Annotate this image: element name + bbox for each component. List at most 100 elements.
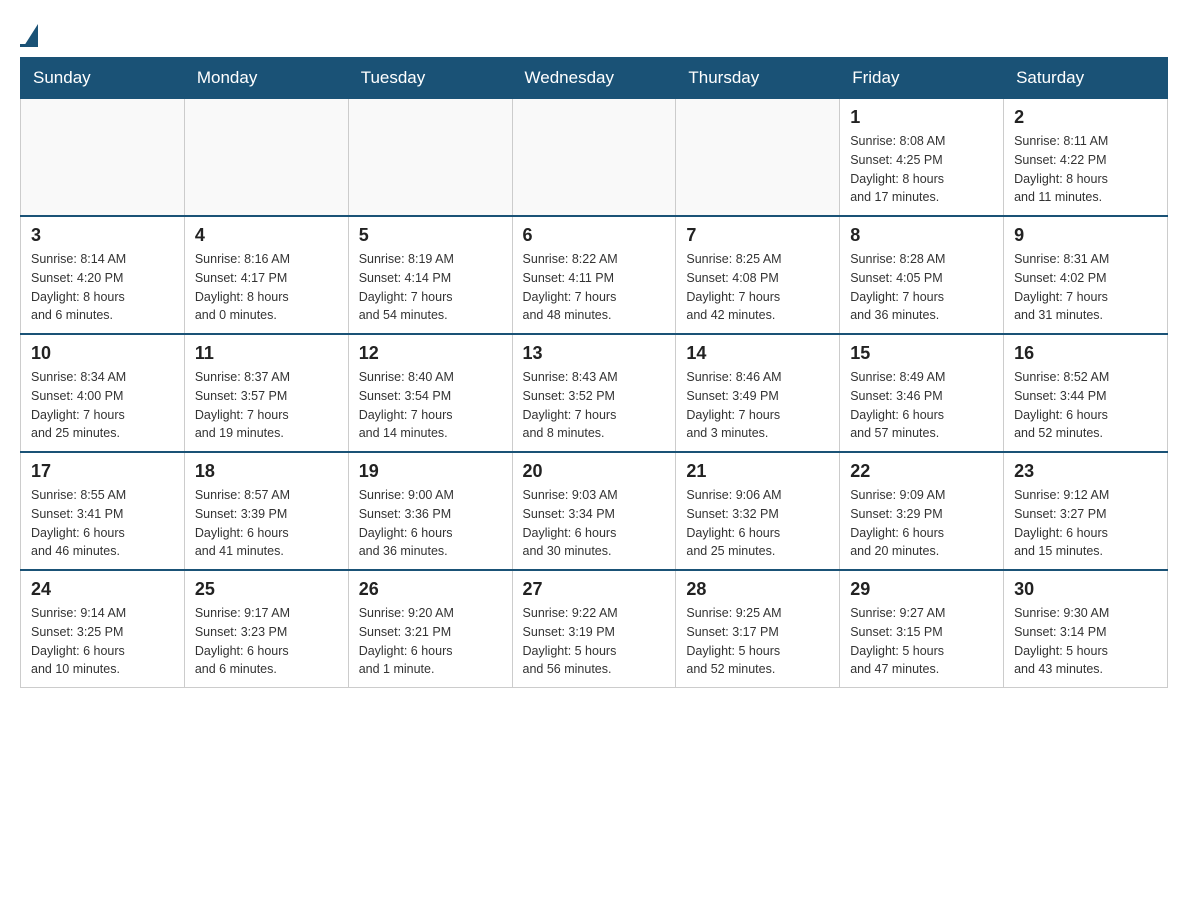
day-number: 1 <box>850 107 993 128</box>
calendar-cell <box>21 99 185 217</box>
calendar-header: SundayMondayTuesdayWednesdayThursdayFrid… <box>21 58 1168 99</box>
day-info: Sunrise: 9:30 AM Sunset: 3:14 PM Dayligh… <box>1014 604 1157 679</box>
day-number: 18 <box>195 461 338 482</box>
day-info: Sunrise: 9:12 AM Sunset: 3:27 PM Dayligh… <box>1014 486 1157 561</box>
day-number: 2 <box>1014 107 1157 128</box>
weekday-header-thursday: Thursday <box>676 58 840 99</box>
day-number: 6 <box>523 225 666 246</box>
calendar-cell: 11Sunrise: 8:37 AM Sunset: 3:57 PM Dayli… <box>184 334 348 452</box>
weekday-header-sunday: Sunday <box>21 58 185 99</box>
calendar-cell: 26 Sunrise: 9:20 AM Sunset: 3:21 PM Dayli… <box>348 570 512 688</box>
day-number: 30 <box>1014 579 1157 600</box>
day-number: 28 <box>686 579 829 600</box>
day-number: 26 <box>359 579 502 600</box>
day-info: Sunrise: 9:22 AM Sunset: 3:19 PM Dayligh… <box>523 604 666 679</box>
calendar-cell <box>348 99 512 217</box>
day-number: 13 <box>523 343 666 364</box>
day-info: Sunrise: 8:28 AM Sunset: 4:05 PM Dayligh… <box>850 250 993 325</box>
calendar-week-2: 3 Sunrise: 8:14 AM Sunset: 4:20 PM Daylig… <box>21 216 1168 334</box>
weekday-header-friday: Friday <box>840 58 1004 99</box>
calendar-cell: 20Sunrise: 9:03 AM Sunset: 3:34 PM Dayli… <box>512 452 676 570</box>
calendar-week-3: 10 Sunrise: 8:34 AM Sunset: 4:00 PM Dayli… <box>21 334 1168 452</box>
day-number: 16 <box>1014 343 1157 364</box>
weekday-header-monday: Monday <box>184 58 348 99</box>
calendar-cell: 8Sunrise: 8:28 AM Sunset: 4:05 PM Daylig… <box>840 216 1004 334</box>
calendar-cell: 16 Sunrise: 8:52 AM Sunset: 3:44 PM Dayli… <box>1004 334 1168 452</box>
day-info: Sunrise: 8:22 AM Sunset: 4:11 PM Dayligh… <box>523 250 666 325</box>
calendar-cell: 3 Sunrise: 8:14 AM Sunset: 4:20 PM Daylig… <box>21 216 185 334</box>
day-number: 9 <box>1014 225 1157 246</box>
day-number: 22 <box>850 461 993 482</box>
day-number: 7 <box>686 225 829 246</box>
calendar-week-1: 1 Sunrise: 8:08 AM Sunset: 4:25 PM Daylig… <box>21 99 1168 217</box>
calendar-body: 1 Sunrise: 8:08 AM Sunset: 4:25 PM Daylig… <box>21 99 1168 688</box>
day-info: Sunrise: 8:34 AM Sunset: 4:00 PM Dayligh… <box>31 368 174 443</box>
day-info: Sunrise: 9:27 AM Sunset: 3:15 PM Dayligh… <box>850 604 993 679</box>
calendar-cell <box>512 99 676 217</box>
day-number: 5 <box>359 225 502 246</box>
calendar-cell: 13 Sunrise: 8:43 AM Sunset: 3:52 PM Dayli… <box>512 334 676 452</box>
day-number: 4 <box>195 225 338 246</box>
day-info: Sunrise: 9:25 AM Sunset: 3:17 PM Dayligh… <box>686 604 829 679</box>
day-info: Sunrise: 9:14 AM Sunset: 3:25 PM Dayligh… <box>31 604 174 679</box>
calendar-cell: 4 Sunrise: 8:16 AM Sunset: 4:17 PM Daylig… <box>184 216 348 334</box>
day-number: 25 <box>195 579 338 600</box>
calendar-cell: 12Sunrise: 8:40 AM Sunset: 3:54 PM Dayli… <box>348 334 512 452</box>
day-number: 23 <box>1014 461 1157 482</box>
day-info: Sunrise: 8:19 AM Sunset: 4:14 PM Dayligh… <box>359 250 502 325</box>
day-number: 19 <box>359 461 502 482</box>
day-info: Sunrise: 9:03 AM Sunset: 3:34 PM Dayligh… <box>523 486 666 561</box>
day-info: Sunrise: 9:20 AM Sunset: 3:21 PM Dayligh… <box>359 604 502 679</box>
day-info: Sunrise: 8:49 AM Sunset: 3:46 PM Dayligh… <box>850 368 993 443</box>
day-info: Sunrise: 9:17 AM Sunset: 3:23 PM Dayligh… <box>195 604 338 679</box>
day-number: 24 <box>31 579 174 600</box>
calendar-cell: 21 Sunrise: 9:06 AM Sunset: 3:32 PM Dayli… <box>676 452 840 570</box>
day-info: Sunrise: 8:57 AM Sunset: 3:39 PM Dayligh… <box>195 486 338 561</box>
weekday-header-wednesday: Wednesday <box>512 58 676 99</box>
calendar-week-5: 24 Sunrise: 9:14 AM Sunset: 3:25 PM Dayli… <box>21 570 1168 688</box>
calendar-cell: 7 Sunrise: 8:25 AM Sunset: 4:08 PM Daylig… <box>676 216 840 334</box>
calendar-cell: 28 Sunrise: 9:25 AM Sunset: 3:17 PM Dayli… <box>676 570 840 688</box>
calendar-cell: 23 Sunrise: 9:12 AM Sunset: 3:27 PM Dayli… <box>1004 452 1168 570</box>
calendar-cell: 9 Sunrise: 8:31 AM Sunset: 4:02 PM Daylig… <box>1004 216 1168 334</box>
day-info: Sunrise: 8:55 AM Sunset: 3:41 PM Dayligh… <box>31 486 174 561</box>
day-info: Sunrise: 8:14 AM Sunset: 4:20 PM Dayligh… <box>31 250 174 325</box>
calendar-cell: 5 Sunrise: 8:19 AM Sunset: 4:14 PM Daylig… <box>348 216 512 334</box>
calendar-cell: 30 Sunrise: 9:30 AM Sunset: 3:14 PM Dayli… <box>1004 570 1168 688</box>
calendar-cell: 24 Sunrise: 9:14 AM Sunset: 3:25 PM Dayli… <box>21 570 185 688</box>
day-number: 10 <box>31 343 174 364</box>
logo <box>20 20 38 47</box>
calendar-cell: 15 Sunrise: 8:49 AM Sunset: 3:46 PM Dayli… <box>840 334 1004 452</box>
calendar-cell: 2 Sunrise: 8:11 AM Sunset: 4:22 PM Daylig… <box>1004 99 1168 217</box>
weekday-header-row: SundayMondayTuesdayWednesdayThursdayFrid… <box>21 58 1168 99</box>
day-number: 15 <box>850 343 993 364</box>
day-info: Sunrise: 8:37 AM Sunset: 3:57 PM Dayligh… <box>195 368 338 443</box>
calendar-cell: 19 Sunrise: 9:00 AM Sunset: 3:36 PM Dayli… <box>348 452 512 570</box>
day-number: 21 <box>686 461 829 482</box>
logo-underline <box>20 44 38 47</box>
day-info: Sunrise: 8:16 AM Sunset: 4:17 PM Dayligh… <box>195 250 338 325</box>
day-number: 27 <box>523 579 666 600</box>
day-number: 3 <box>31 225 174 246</box>
day-info: Sunrise: 8:11 AM Sunset: 4:22 PM Dayligh… <box>1014 132 1157 207</box>
day-info: Sunrise: 8:31 AM Sunset: 4:02 PM Dayligh… <box>1014 250 1157 325</box>
weekday-header-saturday: Saturday <box>1004 58 1168 99</box>
calendar-cell: 18 Sunrise: 8:57 AM Sunset: 3:39 PM Dayli… <box>184 452 348 570</box>
day-info: Sunrise: 8:46 AM Sunset: 3:49 PM Dayligh… <box>686 368 829 443</box>
calendar-cell <box>676 99 840 217</box>
day-info: Sunrise: 9:00 AM Sunset: 3:36 PM Dayligh… <box>359 486 502 561</box>
calendar-cell: 22Sunrise: 9:09 AM Sunset: 3:29 PM Dayli… <box>840 452 1004 570</box>
calendar-cell: 27 Sunrise: 9:22 AM Sunset: 3:19 PM Dayli… <box>512 570 676 688</box>
calendar-cell: 10 Sunrise: 8:34 AM Sunset: 4:00 PM Dayli… <box>21 334 185 452</box>
calendar-cell: 14Sunrise: 8:46 AM Sunset: 3:49 PM Dayli… <box>676 334 840 452</box>
calendar-cell: 6 Sunrise: 8:22 AM Sunset: 4:11 PM Daylig… <box>512 216 676 334</box>
day-info: Sunrise: 8:52 AM Sunset: 3:44 PM Dayligh… <box>1014 368 1157 443</box>
day-info: Sunrise: 8:25 AM Sunset: 4:08 PM Dayligh… <box>686 250 829 325</box>
day-info: Sunrise: 8:08 AM Sunset: 4:25 PM Dayligh… <box>850 132 993 207</box>
day-info: Sunrise: 8:43 AM Sunset: 3:52 PM Dayligh… <box>523 368 666 443</box>
calendar-table: SundayMondayTuesdayWednesdayThursdayFrid… <box>20 57 1168 688</box>
day-info: Sunrise: 9:06 AM Sunset: 3:32 PM Dayligh… <box>686 486 829 561</box>
calendar-week-4: 17Sunrise: 8:55 AM Sunset: 3:41 PM Dayli… <box>21 452 1168 570</box>
page-header <box>20 20 1168 47</box>
day-number: 29 <box>850 579 993 600</box>
